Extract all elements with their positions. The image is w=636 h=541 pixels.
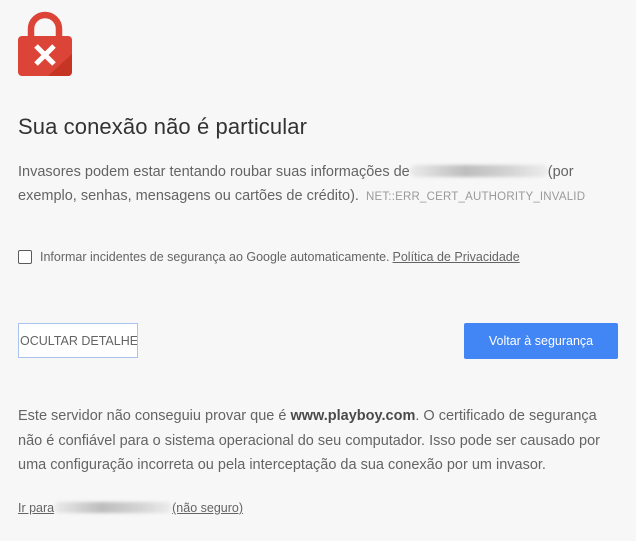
intro-text-start: Invasores podem estar tentando roubar su…	[18, 164, 410, 180]
error-code: NET::ERR_CERT_AUTHORITY_INVALID	[365, 191, 586, 203]
intro-paragraph: Invasores podem estar tentando roubar su…	[18, 160, 618, 209]
page-title: Sua conexão não é particular	[18, 114, 307, 139]
back-to-safety-button[interactable]: Voltar à segurança	[464, 323, 618, 359]
ssl-interstitial-page: Sua conexão não é particular Invasores p…	[0, 0, 636, 541]
optin-checkbox[interactable]	[18, 250, 32, 264]
details-text-start: Este servidor não conseguiu provar que é	[18, 408, 291, 424]
details-domain: www.playboy.com	[290, 408, 416, 424]
proceed-text-end: (não seguro)	[172, 501, 244, 515]
proceed-text-start: Ir para	[18, 501, 55, 515]
hide-details-button[interactable]: OCULTAR DETALHES	[18, 323, 138, 358]
red-lock-icon	[18, 11, 72, 76]
optin-label: Informar incidentes de segurança ao Goog…	[40, 250, 390, 264]
details-paragraph: Este servidor não conseguiu provar que é…	[18, 404, 618, 478]
redacted-proceed-domain	[54, 502, 173, 513]
safe-browsing-optin: Informar incidentes de segurança ao Goog…	[18, 250, 520, 264]
redacted-domain	[409, 165, 548, 177]
privacy-policy-link[interactable]: Política de Privacidade	[393, 250, 520, 264]
proceed-unsafe-link[interactable]: Ir para (não seguro)	[18, 501, 243, 515]
